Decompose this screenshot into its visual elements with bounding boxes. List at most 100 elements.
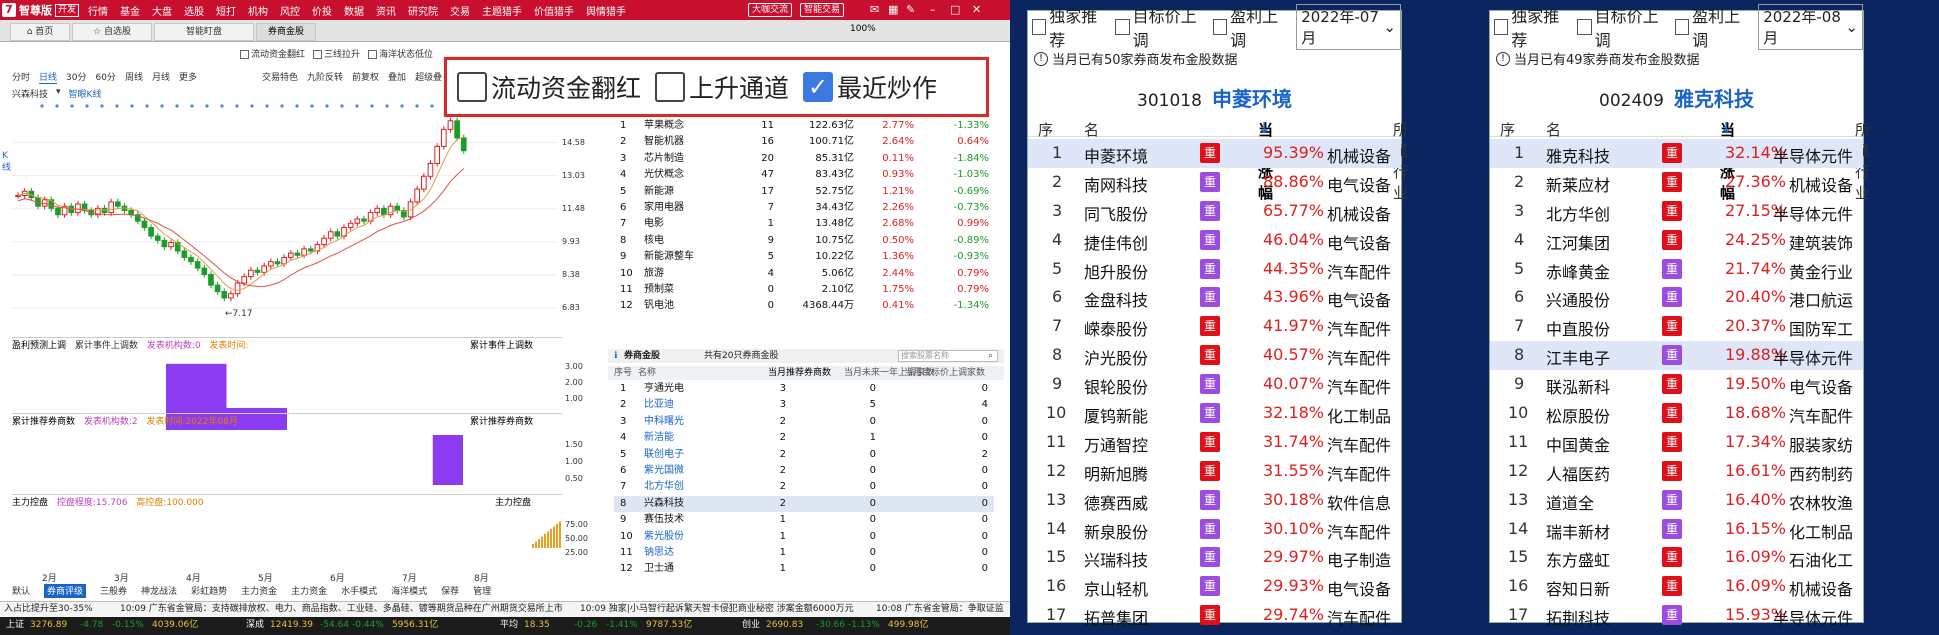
gold-row[interactable]: 9 联泓新科 重 19.50% 电气设备	[1490, 370, 1863, 399]
indicator-tab[interactable]: 水手模式	[341, 584, 377, 598]
gold-row[interactable]: 6 兴通股份 重 20.40% 港口航运	[1490, 283, 1863, 312]
menu-item[interactable]: 机构	[248, 3, 268, 18]
menu-item[interactable]: 研究院	[408, 3, 438, 18]
callout-checkbox[interactable]: 流动资金翻红	[457, 69, 641, 105]
gold-row[interactable]: 2 新莱应材 重 27.36% 机械设备	[1490, 168, 1863, 197]
indicator-tab[interactable]: 三般券	[100, 584, 127, 598]
indicator-tab[interactable]: 主力资金	[291, 584, 327, 598]
filter-checkbox[interactable]: 目标价上调	[1577, 3, 1665, 51]
broker-col-header[interactable]: 名称	[638, 366, 656, 380]
cb-liquidity[interactable]: 流动资金翻红	[240, 47, 305, 60]
gold-row[interactable]: 1 雅克科技重 32.14% 半导体元件	[1490, 139, 1863, 168]
chevron-down-icon[interactable]: ▾	[56, 87, 61, 99]
period-tab[interactable]: 周线	[125, 70, 143, 84]
news-item[interactable]: 10:09 独家|小马智行起诉繁天智卡侵犯商业秘密 涉案金额6000万元	[580, 602, 854, 616]
period-tab[interactable]: 分时	[12, 70, 30, 84]
gold-row[interactable]: 9 银轮股份 重 40.07% 汽车配件	[1028, 370, 1401, 399]
gold-row[interactable]: 10 厦钨新能 重 32.18% 化工制品	[1028, 399, 1401, 428]
broker-search-input[interactable]: 搜索股票名称	[898, 350, 998, 362]
broker-row[interactable]: 11 钠思达 1 0 0	[614, 545, 994, 561]
chart-tool[interactable]: 超级叠	[415, 70, 442, 84]
chart-tool[interactable]: 交易特色	[262, 70, 298, 84]
app-logo[interactable]: 7 智尊版 开发	[2, 2, 80, 18]
broker-row[interactable]: 5 联创电子 2 0 2	[614, 447, 994, 463]
menu-item[interactable]: 短打	[216, 3, 236, 18]
month-select[interactable]: 2022年-08月 ⌄	[1758, 4, 1863, 50]
broker-row[interactable]: 4 新洁能 2 1 0	[614, 430, 994, 446]
broker-row[interactable]: 8 兴森科技 2 0 0	[614, 495, 994, 513]
gold-row[interactable]: 7 嵘泰股份 重 41.97% 汽车配件	[1028, 312, 1401, 341]
smart-trade-button[interactable]: 智能交易	[800, 3, 845, 17]
menu-item[interactable]: 风控	[280, 3, 300, 18]
indicator-tab[interactable]: 海洋模式	[391, 584, 427, 598]
indicator-tab[interactable]: 主力资金	[241, 584, 277, 598]
gold-row[interactable]: 17 拓荆科技重 15.93% 半导体元件	[1490, 601, 1863, 630]
gold-row[interactable]: 5 赤峰黄金 重 21.74% 黄金行业	[1490, 255, 1863, 284]
gold-row[interactable]: 4 江河集团 重 24.25% 建筑装饰	[1490, 226, 1863, 255]
callout-checkbox[interactable]: 上升通道	[655, 69, 789, 105]
menu-item[interactable]: 交易	[450, 3, 470, 18]
cb-ocean[interactable]: 海洋状态低位	[368, 47, 433, 60]
indicator-tab[interactable]: 券商评级	[44, 584, 87, 598]
news-ticker[interactable]: 入占比提升至30-35% 10:09 广东省金管局：支持碳排放权、电力、商品指数、…	[0, 601, 1010, 617]
menu-item[interactable]: 选股	[184, 3, 204, 18]
indicator-tab[interactable]: 神龙战法	[141, 584, 177, 598]
gold-row[interactable]: 17 拓普集团 重 29.74% 汽车配件	[1028, 601, 1401, 630]
mail-icon[interactable]: ✉	[870, 2, 879, 18]
sector-row[interactable]: 1 苹果概念 11 122.63亿 2.77% -1.33%	[614, 118, 994, 134]
menu-item[interactable]: 价值猎手	[534, 3, 574, 18]
period-tab[interactable]: 日线	[39, 70, 58, 84]
gold-row[interactable]: 8 沪光股份 重 40.57% 汽车配件	[1028, 341, 1401, 370]
gold-row[interactable]: 5 旭升股份 重 44.35% 汽车配件	[1028, 255, 1401, 284]
gold-row[interactable]: 6 金盘科技 重 43.96% 电气设备	[1028, 283, 1401, 312]
minimize-icon[interactable]: –	[930, 2, 936, 18]
news-item[interactable]: 入占比提升至30-35%	[4, 602, 93, 616]
sector-row[interactable]: 11 预制菜 0 2.10亿 1.75% 0.79%	[614, 282, 994, 298]
gold-row[interactable]: 12 人福医药 重 16.61% 西药制药	[1490, 457, 1863, 486]
top-stock[interactable]: 301018 申菱环境	[1028, 83, 1401, 112]
broker-col-header[interactable]: 序号	[614, 366, 632, 380]
gold-row[interactable]: 11 万通智控 重 31.74% 汽车配件	[1028, 428, 1401, 457]
side-tab[interactable]: K线	[2, 150, 11, 174]
menu-item[interactable]: 大盘	[152, 3, 172, 18]
menu-item[interactable]: 主题猎手	[482, 3, 522, 18]
index-name[interactable]: 上证	[6, 617, 24, 634]
news-item[interactable]: 10:09 广东省金管局：支持碳排放权、电力、商品指数、工业硅、多晶硅、镀等期货…	[120, 602, 563, 616]
indicator-tab[interactable]: 彩虹趋势	[191, 584, 227, 598]
cb-three-line[interactable]: 三线拉升	[313, 47, 360, 60]
filter-checkbox[interactable]: 独家推荐	[1494, 3, 1567, 51]
indicator-tab[interactable]: 保荐	[441, 584, 459, 598]
filter-checkbox[interactable]: 盈利上调	[1674, 3, 1748, 51]
filter-checkbox[interactable]: 盈利上调	[1212, 3, 1286, 51]
filter-checkbox[interactable]: 独家推荐	[1032, 3, 1105, 51]
sector-row[interactable]: 5 新能源 17 52.75亿 1.21% -0.69%	[614, 184, 994, 200]
gold-row[interactable]: 4 捷佳伟创 重 46.04% 电气设备	[1028, 226, 1401, 255]
gold-row[interactable]: 13 德赛西威 重 30.18% 软件信息	[1028, 486, 1401, 515]
gold-row[interactable]: 11 中国黄金 重 17.34% 服装家纺	[1490, 428, 1863, 457]
sector-row[interactable]: 10 旅游 4 5.06亿 2.44% 0.79%	[614, 266, 994, 282]
month-select[interactable]: 2022年-07月 ⌄	[1296, 4, 1401, 50]
gold-row[interactable]: 10 松原股份 重 18.68% 汽车配件	[1490, 399, 1863, 428]
gold-row[interactable]: 15 兴瑞科技 重 29.97% 电子制造	[1028, 543, 1401, 572]
forum-button[interactable]: 大咖交流	[748, 3, 793, 17]
callout-checkbox[interactable]: ✓ 最近炒作	[803, 69, 937, 105]
news-item[interactable]: 10:08 广东省金管局：争取证监	[876, 602, 1004, 616]
tab-broker-gold[interactable]: 券商金股	[256, 23, 316, 41]
menu-item[interactable]: 行情	[88, 3, 108, 18]
gold-row[interactable]: 16 容知日新 重 16.09% 机械设备	[1490, 572, 1863, 601]
period-tab[interactable]: 月线	[152, 70, 170, 84]
broker-row[interactable]: 9 赛伍技术 1 0 0	[614, 512, 994, 528]
gold-row[interactable]: 3 同飞股份 重 65.77% 机械设备	[1028, 197, 1401, 226]
broker-row[interactable]: 2 比亚迪 3 5 4	[614, 397, 994, 413]
broker-col-header[interactable]: 当月目标价上调家数	[904, 366, 985, 380]
gold-row[interactable]: 13 道道全 重 16.40% 农林牧渔	[1490, 486, 1863, 515]
search-icon[interactable]: ⌕	[988, 349, 993, 363]
maximize-icon[interactable]: □	[950, 2, 960, 18]
sector-row[interactable]: 6 家用电器 7 34.43亿 2.26% -0.73%	[614, 200, 994, 216]
sector-row[interactable]: 8 核电 9 10.75亿 0.50% -0.89%	[614, 233, 994, 249]
gold-row[interactable]: 14 新泉股份 重 30.10% 汽车配件	[1028, 515, 1401, 544]
tool-icon[interactable]: ✎	[906, 2, 915, 18]
menu-item[interactable]: 舆情猎手	[586, 3, 626, 18]
gold-row[interactable]: 2 南网科技 重 88.86% 电气设备	[1028, 168, 1401, 197]
broker-row[interactable]: 12 卫士通 1 0 0	[614, 561, 994, 577]
